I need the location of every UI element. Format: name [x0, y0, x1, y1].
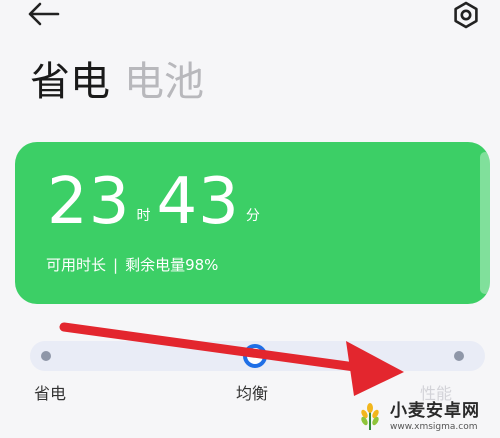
watermark-title: 小麦安卓网 [390, 400, 480, 421]
mode-label-power-saving[interactable]: 省电 [34, 384, 66, 404]
watermark-url: www.xmsigma.com [390, 421, 478, 432]
wheat-logo-icon [361, 403, 379, 430]
tab-power-saving[interactable]: 省电 [30, 58, 110, 106]
minutes-unit: 分 [245, 208, 260, 224]
card-edge-highlight [480, 152, 490, 294]
available-time-label: 可用时长 [46, 256, 107, 274]
top-bar [0, 0, 500, 34]
gear-icon [454, 1, 478, 29]
watermark-text: 小麦安卓网 www.xmsigma.com [390, 400, 480, 432]
page-tabs: 省电 电池 [30, 58, 204, 108]
tab-battery[interactable]: 电池 [124, 58, 204, 106]
settings-button[interactable] [448, 0, 484, 30]
hours-unit: 时 [136, 208, 151, 224]
mode-label-balanced[interactable]: 均衡 [236, 384, 268, 404]
hours-value: 23 [47, 165, 131, 239]
battery-time-card: 23 时 43 分 可用时长 | 剩余电量98% [15, 142, 490, 304]
back-button[interactable] [26, 0, 70, 28]
power-mode-slider[interactable] [30, 341, 485, 371]
remaining-time: 23 时 43 分 [47, 170, 266, 234]
minutes-value: 43 [156, 165, 240, 239]
site-watermark: 小麦安卓网 www.xmsigma.com [356, 400, 496, 434]
mode-dot-performance[interactable] [454, 351, 464, 361]
remaining-battery-label: 剩余电量98% [125, 256, 219, 274]
summary-separator: | [113, 256, 119, 274]
arrow-left-icon [28, 2, 60, 26]
mode-dot-power-saving[interactable] [41, 351, 51, 361]
battery-summary: 可用时长 | 剩余电量98% [46, 256, 218, 274]
mode-slider-thumb[interactable] [243, 344, 267, 368]
